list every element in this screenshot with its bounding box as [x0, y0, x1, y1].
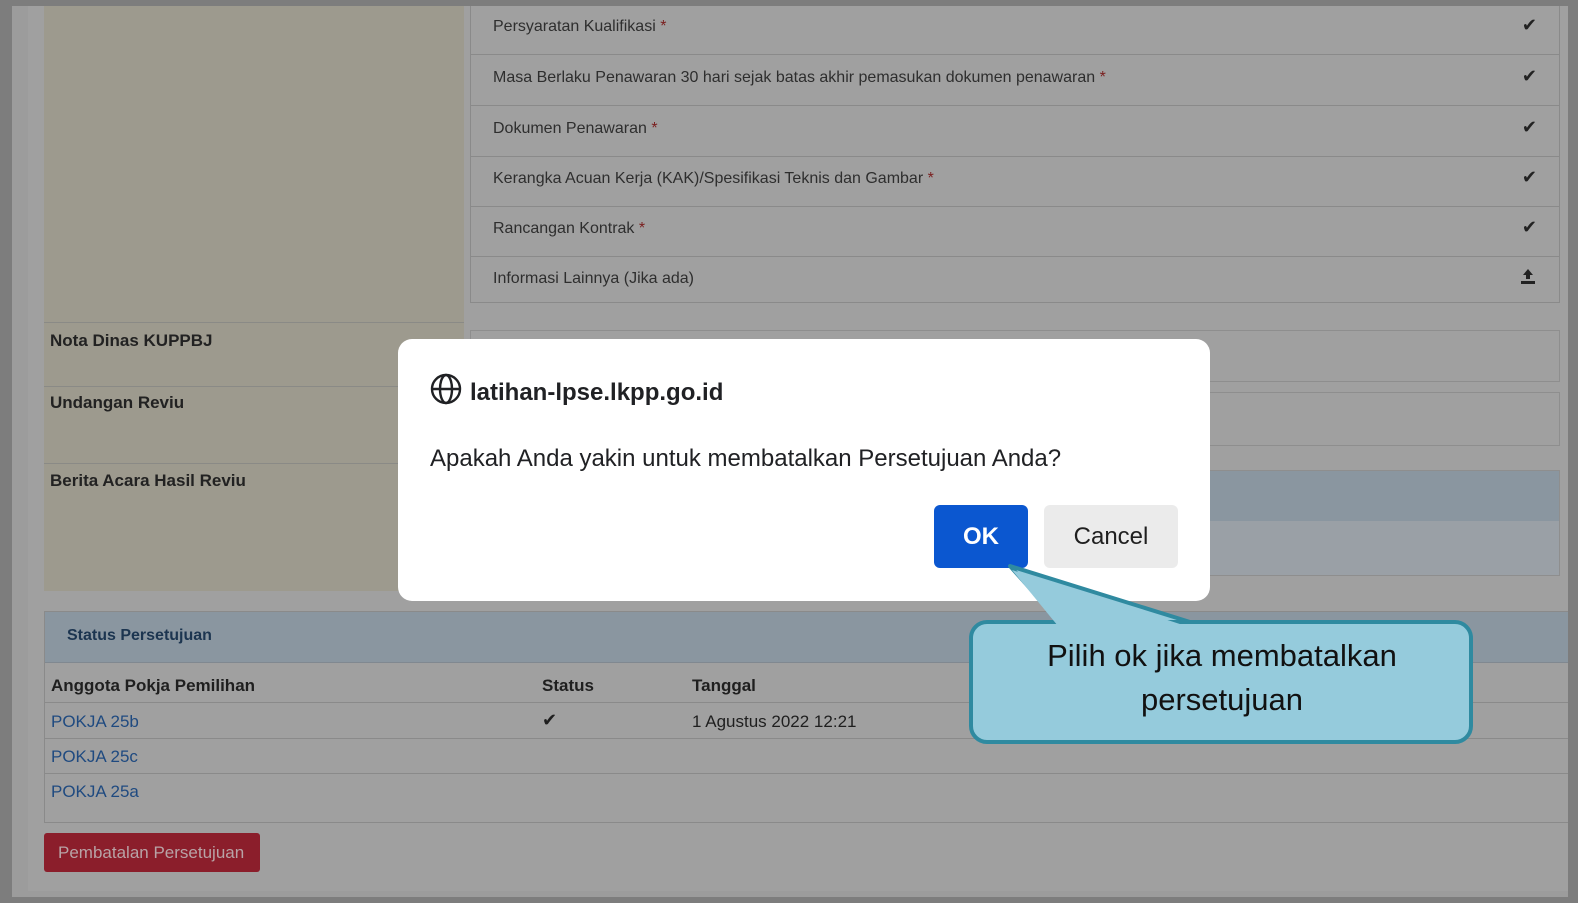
confirm-dialog: latihan-lpse.lkpp.go.id Apakah Anda yaki…	[398, 339, 1210, 601]
document-checklist: Persyaratan Kualifikasi * ✔ Masa Berlaku…	[470, 6, 1560, 303]
check-icon: ✔	[1521, 217, 1537, 237]
member-link[interactable]: POKJA 25b	[51, 712, 139, 732]
callout-line: persetujuan	[1140, 682, 1303, 717]
checklist-label: Kerangka Acuan Kerja (KAK)/Spesifikasi T…	[493, 170, 924, 187]
checklist-label: Rancangan Kontrak	[493, 220, 635, 237]
cancel-button[interactable]: Cancel	[1044, 505, 1178, 568]
globe-icon	[430, 373, 470, 412]
divider	[45, 773, 1568, 774]
checklist-row[interactable]: Informasi Lainnya (Jika ada)	[471, 256, 1559, 306]
approval-date: 1 Agustus 2022 12:21	[692, 712, 857, 731]
column-header-status: Status	[542, 676, 594, 695]
checklist-label: Informasi Lainnya (Jika ada)	[493, 270, 694, 287]
required-marker: *	[1099, 69, 1106, 86]
check-icon: ✔	[1521, 117, 1537, 137]
member-link[interactable]: POKJA 25c	[51, 747, 138, 767]
check-icon: ✔	[542, 710, 558, 730]
checklist-row[interactable]: Rancangan Kontrak * ✔	[471, 206, 1559, 257]
divider	[44, 322, 464, 323]
checklist-row[interactable]: Persyaratan Kualifikasi * ✔	[471, 6, 1559, 55]
upload-icon[interactable]	[1519, 267, 1537, 290]
cancel-approval-button[interactable]: Pembatalan Persetujuan	[44, 833, 260, 872]
dialog-origin-text: latihan-lpse.lkpp.go.id	[470, 378, 724, 406]
checklist-row[interactable]: Masa Berlaku Penawaran 30 hari sejak bat…	[471, 55, 1559, 106]
checklist-label: Dokumen Penawaran	[493, 120, 647, 137]
checklist-row[interactable]: Kerangka Acuan Kerja (KAK)/Spesifikasi T…	[471, 156, 1559, 207]
check-icon: ✔	[1521, 167, 1537, 187]
dialog-origin: latihan-lpse.lkpp.go.id	[430, 373, 723, 412]
callout-line: Pilih ok jika membatalkan	[1047, 638, 1397, 673]
required-marker: *	[660, 18, 667, 35]
member-link[interactable]: POKJA 25a	[51, 782, 139, 802]
checklist-label: Masa Berlaku Penawaran 30 hari sejak bat…	[493, 69, 1096, 86]
label-undangan-reviu: Undangan Reviu	[50, 393, 185, 412]
checklist-label: Persyaratan Kualifikasi	[493, 18, 656, 35]
label-berita-acara: Berita Acara Hasil Reviu	[50, 471, 246, 490]
required-marker: *	[651, 120, 658, 137]
checklist-row[interactable]: Dokumen Penawaran * ✔	[471, 106, 1559, 157]
label-nota-dinas: Nota Dinas KUPPBJ	[50, 331, 213, 350]
check-icon: ✔	[1521, 15, 1537, 35]
divider	[45, 738, 1568, 739]
status-title: Status Persetujuan	[67, 627, 212, 644]
dialog-message: Apakah Anda yakin untuk membatalkan Pers…	[430, 445, 1062, 472]
required-marker: *	[638, 220, 646, 237]
callout-text: Pilih ok jika membatalkan persetujuan	[975, 634, 1469, 722]
required-marker: *	[927, 170, 934, 187]
ok-button[interactable]: OK	[934, 505, 1028, 568]
column-header-date: Tanggal	[692, 676, 756, 695]
check-icon: ✔	[1521, 66, 1537, 86]
column-header-member: Anggota Pokja Pemilihan	[51, 676, 256, 695]
